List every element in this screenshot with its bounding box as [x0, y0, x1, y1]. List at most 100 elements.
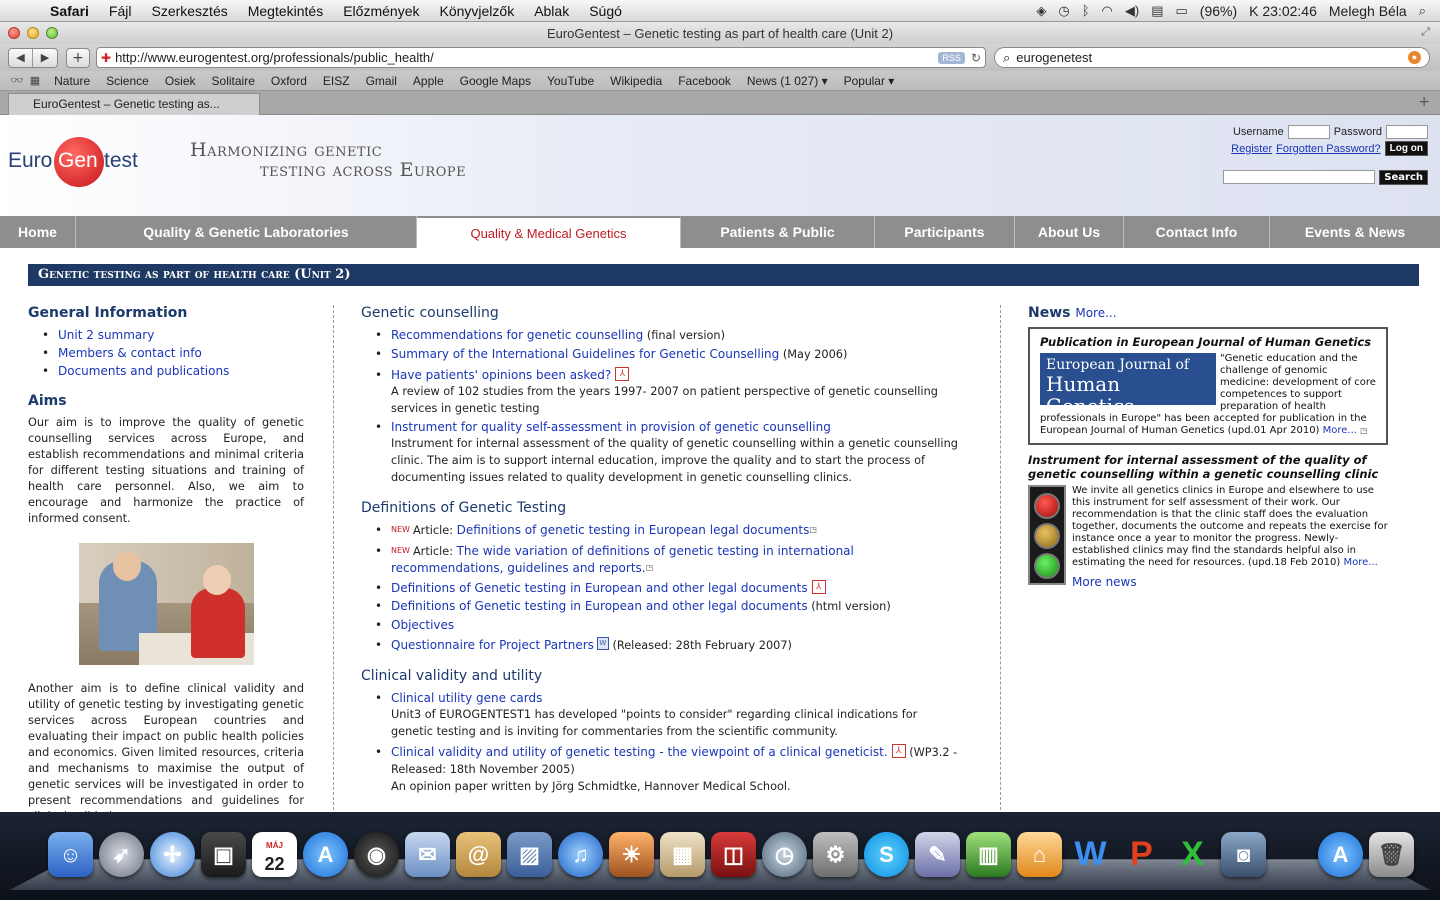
menu-view[interactable]: Megtekintés: [238, 3, 333, 19]
self-assessment-link[interactable]: Instrument for quality self-assessment i…: [391, 420, 831, 434]
nav-home[interactable]: Home: [0, 216, 76, 248]
nav-participants[interactable]: Participants: [875, 216, 1015, 248]
bookmark-item[interactable]: Google Maps: [452, 74, 539, 88]
keynote-icon[interactable]: ⌂: [1017, 832, 1062, 877]
time-machine-dock-icon[interactable]: ◷: [762, 832, 807, 877]
applications-stack-icon[interactable]: A: [1318, 832, 1363, 877]
url-text[interactable]: http://www.eurogentest.org/professionals…: [115, 50, 938, 65]
legal-documents-pdf-link[interactable]: Definitions of Genetic testing in Europe…: [391, 581, 808, 595]
objectives-link[interactable]: Objectives: [391, 618, 454, 632]
search-field[interactable]: ⌕ eurogenetest ●: [994, 47, 1430, 68]
site-search-input[interactable]: [1223, 170, 1376, 184]
menu-help[interactable]: Súgó: [579, 3, 632, 19]
news-more-link[interactable]: More...: [1075, 306, 1116, 320]
facetime-icon[interactable]: ◙: [1221, 832, 1266, 877]
launchpad-icon[interactable]: ➶: [99, 832, 144, 877]
bookmark-item[interactable]: EISZ: [315, 74, 358, 88]
user-name[interactable]: Melegh Béla: [1329, 3, 1407, 19]
finder-icon[interactable]: ☺: [48, 832, 93, 877]
pdf-icon[interactable]: ⅄: [811, 580, 826, 594]
bookmark-item[interactable]: Solitaire: [204, 74, 263, 88]
bookmark-item[interactable]: Wikipedia: [602, 74, 670, 88]
nav-about-us[interactable]: About Us: [1015, 216, 1124, 248]
excel-icon[interactable]: X: [1170, 832, 1215, 877]
nav-quality-labs[interactable]: Quality & Genetic Laboratories: [76, 216, 417, 248]
time-machine-icon[interactable]: ◷: [1058, 3, 1069, 19]
minimize-button[interactable]: [27, 27, 39, 39]
script-editor-icon[interactable]: ✎: [915, 832, 960, 877]
nav-patients-public[interactable]: Patients & Public: [681, 216, 875, 248]
photo-booth-red-icon[interactable]: ◫: [711, 832, 756, 877]
new-tab-icon[interactable]: +: [1418, 94, 1430, 110]
search-query[interactable]: eurogenetest: [1016, 50, 1408, 65]
eurogentest-logo[interactable]: Euro Gen test: [8, 137, 148, 187]
instrument-more-link[interactable]: More...: [1343, 557, 1377, 568]
preview-icon[interactable]: ▨: [507, 832, 552, 877]
bookmark-item[interactable]: Gmail: [358, 74, 405, 88]
menu-history[interactable]: Előzmények: [333, 3, 429, 19]
address-book-icon[interactable]: @: [456, 832, 501, 877]
site-search-button[interactable]: Search: [1379, 170, 1428, 185]
definitions-article-link[interactable]: Definitions of genetic testing in Europe…: [457, 523, 810, 537]
skype-icon[interactable]: S: [864, 832, 909, 877]
recommendations-link[interactable]: Recommendations for genetic counselling: [391, 328, 643, 342]
document-icon[interactable]: W: [596, 637, 609, 650]
clear-search-icon[interactable]: ●: [1408, 51, 1421, 64]
tab-eurogentest[interactable]: EuroGentest – Genetic testing as...: [8, 93, 260, 115]
password-field[interactable]: [1386, 125, 1428, 139]
bookmark-item[interactable]: YouTube: [539, 74, 602, 88]
pdf-icon[interactable]: ⅄: [891, 744, 906, 758]
bookmark-item[interactable]: Science: [98, 74, 157, 88]
publication-more-link[interactable]: More...: [1323, 425, 1357, 436]
calendar-icon[interactable]: MÁJ 22: [252, 832, 297, 877]
image-capture-icon[interactable]: ▦: [660, 832, 705, 877]
members-contact-link[interactable]: Members & contact info: [58, 346, 202, 360]
menu-safari[interactable]: Safari: [40, 3, 99, 19]
menu-window[interactable]: Ablak: [524, 3, 579, 19]
dashboard-icon[interactable]: ◉: [354, 832, 399, 877]
register-link[interactable]: Register: [1231, 143, 1272, 155]
menu-file[interactable]: Fájl: [99, 3, 142, 19]
username-field[interactable]: [1287, 125, 1330, 139]
bluetooth-icon[interactable]: ᛒ: [1082, 3, 1090, 18]
unit2-summary-link[interactable]: Unit 2 summary: [58, 328, 154, 342]
forgot-password-link[interactable]: Forgotten Password?: [1276, 143, 1381, 155]
top-sites-icon[interactable]: ▦: [30, 74, 46, 87]
bookmark-item[interactable]: Nature: [46, 74, 98, 88]
documents-link[interactable]: Documents and publications: [58, 364, 229, 378]
bookmark-folder[interactable]: Popular ▾: [836, 74, 903, 88]
app-store-icon[interactable]: A: [303, 832, 348, 877]
nav-contact-info[interactable]: Contact Info: [1124, 216, 1270, 248]
gene-cards-link[interactable]: Clinical utility gene cards: [391, 691, 542, 705]
bookmark-item[interactable]: Osiek: [157, 74, 204, 88]
guidelines-summary-link[interactable]: Summary of the International Guidelines …: [391, 347, 779, 361]
wifi-icon[interactable]: ◠: [1102, 3, 1113, 19]
menu-edit[interactable]: Szerkesztés: [141, 3, 237, 19]
itunes-icon[interactable]: ♫: [558, 832, 603, 877]
legal-documents-html-link[interactable]: Definitions of Genetic testing in Europe…: [391, 599, 808, 613]
bookmark-item[interactable]: Facebook: [670, 74, 739, 88]
pdf-icon[interactable]: ⅄: [615, 367, 630, 381]
questionnaire-link[interactable]: Questionnaire for Project Partners: [391, 638, 594, 652]
rss-button[interactable]: RSS: [938, 51, 965, 64]
back-button[interactable]: ◀: [9, 48, 33, 67]
trash-icon[interactable]: 🗑: [1369, 832, 1414, 877]
mail-icon[interactable]: ✉: [405, 832, 450, 877]
more-news-link[interactable]: More news: [1072, 575, 1137, 589]
reading-list-icon[interactable]: 👓: [10, 74, 30, 87]
address-bar[interactable]: ✚ http://www.eurogentest.org/professiona…: [96, 47, 986, 68]
reload-icon[interactable]: ↻: [971, 51, 981, 65]
variation-article-link[interactable]: The wide variation of definitions of gen…: [391, 544, 854, 575]
bookmark-item[interactable]: Oxford: [263, 74, 315, 88]
photo-booth-icon[interactable]: ▣: [201, 832, 246, 877]
close-button[interactable]: [8, 27, 20, 39]
clinical-geneticist-link[interactable]: Clinical validity and utility of genetic…: [391, 745, 888, 759]
volume-icon[interactable]: ◀): [1125, 3, 1139, 19]
battery-icon[interactable]: ▭: [1176, 3, 1188, 19]
zoom-button[interactable]: [46, 27, 58, 39]
safari-icon[interactable]: ✢: [150, 832, 195, 877]
patients-opinions-link[interactable]: Have patients' opinions been asked?: [391, 368, 611, 382]
add-bookmark-button[interactable]: +: [66, 47, 90, 68]
bookmark-item[interactable]: Apple: [405, 74, 452, 88]
nav-events-news[interactable]: Events & News: [1270, 216, 1440, 248]
